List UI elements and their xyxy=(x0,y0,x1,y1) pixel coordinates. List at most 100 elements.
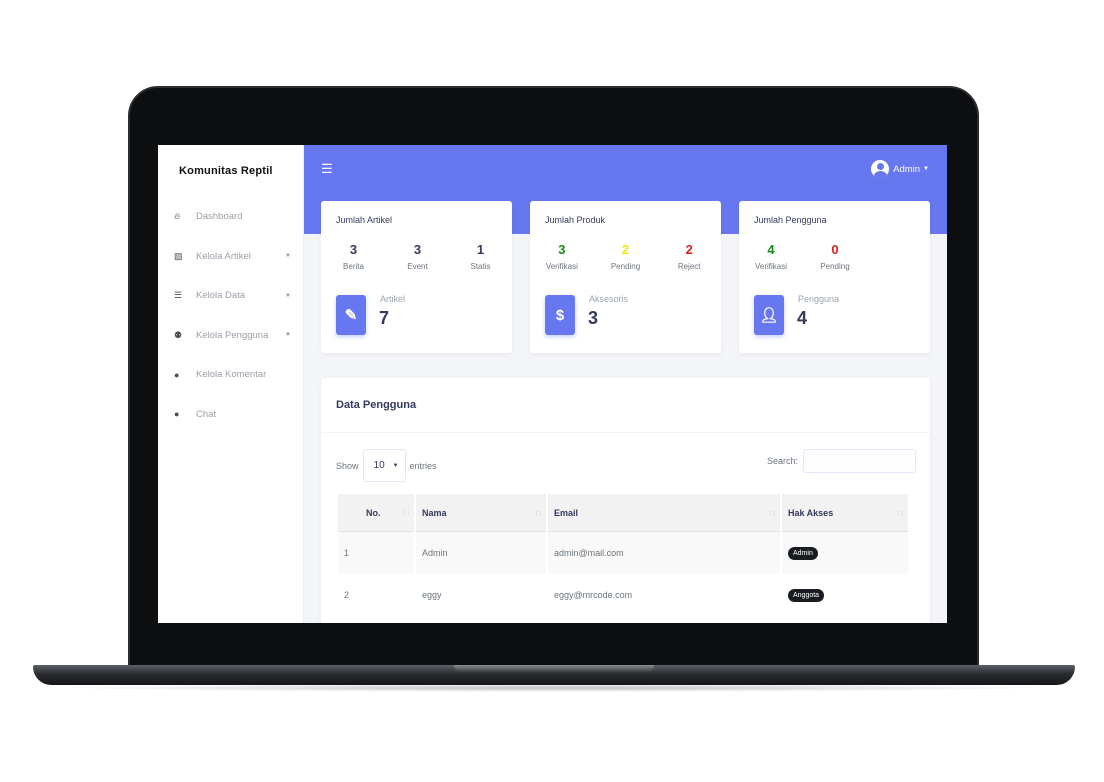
column-label: No. xyxy=(366,507,381,518)
column-header-nama[interactable]: Nama ↑↓ xyxy=(416,494,546,532)
sidebar-item-chat[interactable]: ● Chat xyxy=(158,395,303,435)
laptop-shadow xyxy=(60,684,1048,692)
stat-value: 4 xyxy=(767,242,775,257)
column-label: Hak Akses xyxy=(788,507,834,518)
search-control: Search: xyxy=(767,449,916,473)
stat-label: Reject xyxy=(677,262,701,271)
stat-statis: 1 Statis xyxy=(449,242,512,271)
cell-no: 2 xyxy=(344,590,350,600)
fire-icon: 🔥︎ xyxy=(174,211,181,222)
sidebar-item-label: Chat xyxy=(196,408,217,420)
total-label: Aksesoris xyxy=(589,294,629,304)
stat-value: 3 xyxy=(413,242,422,257)
user-menu[interactable]: Admin ▼ xyxy=(871,160,929,178)
stat-berita: 3 Berita xyxy=(321,242,386,271)
total-value: 4 xyxy=(797,308,808,328)
cell-hak-akses: Anggota xyxy=(782,574,908,616)
sort-icon: ↑↓ xyxy=(769,510,776,517)
stat-label: Pending xyxy=(610,262,641,271)
stat-pending: 0 Pending xyxy=(803,242,867,271)
stat-value: 2 xyxy=(621,242,630,257)
card-jumlah-produk: Jumlah Produk 3 Verifikasi 2 Pending 2 R… xyxy=(530,201,721,353)
cell-email: admin@mail.com xyxy=(548,532,780,574)
card-jumlah-pengguna: Jumlah Pengguna 4 Verifikasi 0 Pending 👤… xyxy=(739,201,930,353)
entries-select[interactable]: 10 ▼ xyxy=(362,449,406,482)
sidebar-item-dashboard[interactable]: 🔥︎ Dashboard xyxy=(158,197,303,237)
sidebar-item-kelola-data[interactable]: ☰ Kelola Data ▼ xyxy=(158,276,303,316)
laptop-notch xyxy=(454,665,654,672)
table-row: 2 eggy eggy@mrcode.com Anggota xyxy=(338,574,908,616)
comments-icon: ● xyxy=(174,409,180,420)
chevron-down-icon: ▼ xyxy=(392,462,399,469)
entries-label: entries xyxy=(409,460,437,471)
stat-value: 0 xyxy=(831,242,839,257)
hamburger-icon[interactable]: ☰ xyxy=(321,161,333,177)
sidebar-item-kelola-pengguna[interactable]: ⚉ Kelola Pengguna ▼ xyxy=(158,316,303,356)
total-label: Artikel xyxy=(380,294,406,304)
stat-value: 3 xyxy=(349,242,358,257)
cell-no: 1 xyxy=(338,532,414,574)
table-row: 1 Admin admin@mail.com Admin xyxy=(338,532,908,574)
stat-label: Berita xyxy=(343,262,364,271)
screen: ☰ Admin ▼ Komunitas Reptil 🔥︎ Dashboard … xyxy=(158,145,947,623)
stat-row: 3 Berita 3 Event 1 Statis xyxy=(321,242,512,271)
search-input[interactable] xyxy=(803,449,916,473)
sort-icon: ↑↓ xyxy=(535,510,542,517)
sidebar-item-label: Kelola Data xyxy=(196,290,246,302)
stat-label: Verifikasi xyxy=(545,262,578,271)
show-label: Show xyxy=(336,460,359,471)
cell-nama: eggy xyxy=(422,590,442,600)
cell-hak-akses: Admin xyxy=(782,532,908,574)
chevron-down-icon: ▼ xyxy=(285,292,291,299)
stat-label: Pending xyxy=(820,262,850,271)
entries-value: 10 xyxy=(373,460,385,471)
sort-icon: ↑↓ xyxy=(403,510,410,517)
stat-label: Statis xyxy=(470,262,491,271)
search-label: Search: xyxy=(766,456,798,466)
card-title: Jumlah Pengguna xyxy=(754,215,827,225)
user-icon: 👤︎ xyxy=(754,295,784,335)
stat-reject: 2 Reject xyxy=(657,242,721,271)
column-header-no[interactable]: No. ↑↓ xyxy=(338,494,414,532)
card-title: Jumlah Produk xyxy=(545,215,606,225)
length-control: Show 10 ▼ entries xyxy=(336,449,437,482)
sidebar: Komunitas Reptil 🔥︎ Dashboard ▧ Kelola A… xyxy=(158,145,304,623)
stat-verifikasi: 4 Verifikasi xyxy=(739,242,803,271)
chevron-down-icon: ▼ xyxy=(285,253,291,260)
sort-icon: ↑↓ xyxy=(897,510,904,517)
role-badge: Admin xyxy=(788,546,818,560)
column-label: Nama xyxy=(422,507,447,518)
edit-icon: ▧ xyxy=(174,250,183,261)
users-icon: ⚉ xyxy=(174,329,183,340)
users-table: No. ↑↓ Nama ↑↓ Email ↑↓ Hak Akses ↑↓ 1 A… xyxy=(336,494,910,616)
stat-label: Event xyxy=(407,262,428,271)
sidebar-item-kelola-artikel[interactable]: ▧ Kelola Artikel ▼ xyxy=(158,237,303,277)
card-title: Jumlah Artikel xyxy=(336,215,393,225)
role-badge: Anggota xyxy=(788,588,825,602)
sidebar-item-label: Kelola Pengguna xyxy=(196,329,269,341)
sidebar-item-label: Kelola Komentar xyxy=(196,369,267,381)
pencil-icon: ✎ xyxy=(336,295,366,335)
total-value: 3 xyxy=(588,308,599,328)
total-value: 7 xyxy=(379,308,390,328)
sidebar-item-kelola-komentar[interactable]: ● Kelola Komentar xyxy=(158,355,303,395)
dollar-icon: $ xyxy=(545,295,575,335)
column-header-hak-akses[interactable]: Hak Akses ↑↓ xyxy=(782,494,908,532)
table-header-row: No. ↑↓ Nama ↑↓ Email ↑↓ Hak Akses ↑↓ xyxy=(338,494,908,532)
cell-nama: Admin xyxy=(416,532,546,574)
stat-value: 2 xyxy=(685,242,693,257)
stat-value: 3 xyxy=(558,242,566,257)
stat-event: 3 Event xyxy=(386,242,449,271)
comments-icon: ● xyxy=(174,369,180,380)
column-header-email[interactable]: Email ↑↓ xyxy=(548,494,780,532)
chevron-down-icon: ▼ xyxy=(923,166,929,172)
card-jumlah-artikel: Jumlah Artikel 3 Berita 3 Event 1 Statis… xyxy=(321,201,512,353)
table-title: Data Pengguna xyxy=(321,378,930,433)
user-name: Admin xyxy=(893,163,921,175)
data-pengguna-card: Data Pengguna Show 10 ▼ entries Search: … xyxy=(321,378,930,623)
column-label: Email xyxy=(554,507,579,518)
stat-row: 3 Verifikasi 2 Pending 2 Reject xyxy=(530,242,721,271)
brand-title[interactable]: Komunitas Reptil xyxy=(158,145,303,197)
stat-value: 1 xyxy=(476,242,485,257)
stat-row: 4 Verifikasi 0 Pending xyxy=(739,242,930,271)
